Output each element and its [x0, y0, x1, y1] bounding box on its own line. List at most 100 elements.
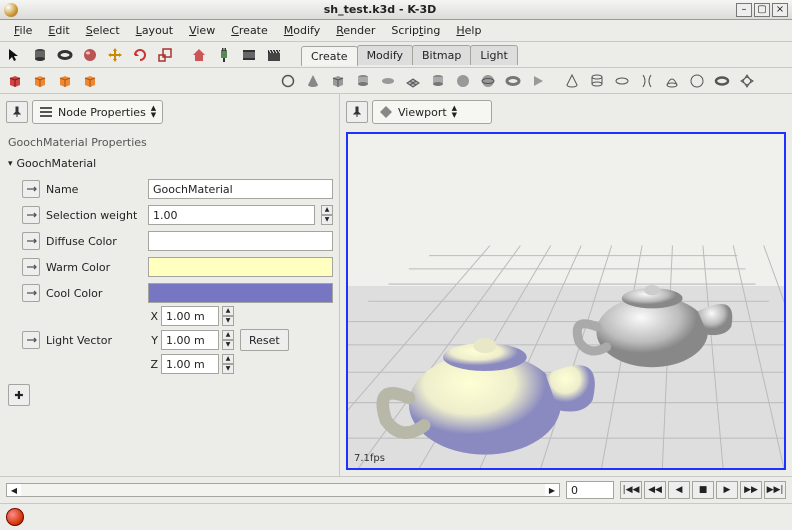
forward-button[interactable]: ▶▶ [740, 481, 762, 499]
rotate-tool-icon[interactable] [129, 44, 151, 66]
menu-select[interactable]: Select [78, 22, 128, 39]
scroll-left-icon[interactable]: ◀ [7, 484, 21, 496]
link-button[interactable] [22, 180, 40, 198]
axis-x-label: X [148, 310, 158, 323]
prim-cone-icon[interactable] [302, 70, 324, 92]
prim-cylinder2-icon[interactable] [427, 70, 449, 92]
menu-edit[interactable]: Edit [40, 22, 77, 39]
add-property-button[interactable]: ✚ [8, 384, 30, 406]
spin-down[interactable]: ▼ [321, 215, 333, 225]
viewport-dropdown[interactable]: Viewport ▲▼ [372, 100, 492, 124]
current-frame-input[interactable] [566, 481, 614, 499]
close-button[interactable]: × [772, 3, 788, 17]
timeline-scroll[interactable]: ◀ ▶ [6, 483, 560, 497]
pin-button[interactable] [346, 101, 368, 123]
cube-orange2-icon[interactable] [54, 70, 76, 92]
clapper-icon[interactable] [263, 44, 285, 66]
spin-down[interactable]: ▼ [222, 340, 234, 350]
prim-torus2-icon[interactable] [711, 70, 733, 92]
menu-view[interactable]: View [181, 22, 223, 39]
menu-create[interactable]: Create [223, 22, 276, 39]
properties-panel: Node Properties ▲▼ GoochMaterial Propert… [0, 94, 340, 476]
panel-type-label: Node Properties [58, 106, 146, 119]
name-input[interactable] [148, 179, 333, 199]
light-x-input[interactable] [161, 306, 219, 326]
menu-file[interactable]: File [6, 22, 40, 39]
maximize-button[interactable]: ▢ [754, 3, 770, 17]
link-button[interactable] [22, 232, 40, 250]
forward-end-button[interactable]: ▶▶| [764, 481, 786, 499]
record-button[interactable] [6, 508, 24, 526]
prim-sphere-icon[interactable] [452, 70, 474, 92]
link-button[interactable] [22, 206, 40, 224]
home-icon[interactable] [188, 44, 210, 66]
menu-scripting[interactable]: Scripting [383, 22, 448, 39]
tab-create[interactable]: Create [301, 46, 358, 66]
warm-color-swatch[interactable] [148, 257, 333, 277]
spin-down[interactable]: ▼ [222, 316, 234, 326]
prim-hyperbola-icon[interactable] [636, 70, 658, 92]
cube-orange3-icon[interactable] [79, 70, 101, 92]
menu-modify[interactable]: Modify [276, 22, 328, 39]
cool-color-swatch[interactable] [148, 283, 333, 303]
prim-disk2-icon[interactable] [611, 70, 633, 92]
link-button[interactable] [22, 258, 40, 276]
prim-play-icon[interactable] [527, 70, 549, 92]
prim-disk-icon[interactable] [377, 70, 399, 92]
selection-weight-input[interactable] [148, 205, 315, 225]
prim-paraboloid-icon[interactable] [661, 70, 683, 92]
spin-up[interactable]: ▲ [222, 354, 234, 364]
spin-up[interactable]: ▲ [222, 330, 234, 340]
plug-icon[interactable] [213, 44, 235, 66]
sphere-icon[interactable] [79, 44, 101, 66]
menu-help[interactable]: Help [448, 22, 489, 39]
rewind-start-button[interactable]: |◀◀ [620, 481, 642, 499]
spin-up[interactable]: ▲ [222, 306, 234, 316]
film-icon[interactable] [238, 44, 260, 66]
prim-cylinder-icon[interactable] [352, 70, 374, 92]
spin-down[interactable]: ▼ [222, 364, 234, 374]
menu-layout[interactable]: Layout [128, 22, 181, 39]
scroll-right-icon[interactable]: ▶ [545, 484, 559, 496]
light-y-input[interactable] [161, 330, 219, 350]
cube-red-icon[interactable] [4, 70, 26, 92]
play-back-button[interactable]: ◀ [668, 481, 690, 499]
properties-icon [39, 105, 53, 119]
prim-sphere3-icon[interactable] [686, 70, 708, 92]
reset-button[interactable]: Reset [240, 329, 289, 351]
scale-tool-icon[interactable] [154, 44, 176, 66]
pin-button[interactable] [6, 101, 28, 123]
link-button[interactable] [22, 284, 40, 302]
prim-box-icon[interactable] [327, 70, 349, 92]
prim-cylinder3-icon[interactable] [586, 70, 608, 92]
menu-render[interactable]: Render [328, 22, 383, 39]
diffuse-color-swatch[interactable] [148, 231, 333, 251]
tab-light[interactable]: Light [470, 45, 517, 65]
move-tool-icon[interactable] [104, 44, 126, 66]
cylinder-icon[interactable] [29, 44, 51, 66]
viewport-3d[interactable]: 7.1fps [346, 132, 786, 470]
tree-node[interactable]: ▾ GoochMaterial [8, 157, 333, 170]
torus-icon[interactable] [54, 44, 76, 66]
stop-button[interactable]: ■ [692, 481, 714, 499]
prim-cone2-icon[interactable] [561, 70, 583, 92]
tab-bitmap[interactable]: Bitmap [412, 45, 471, 65]
cube-orange-icon[interactable] [29, 70, 51, 92]
prim-sphere2-icon[interactable] [477, 70, 499, 92]
prim-circle-icon[interactable] [277, 70, 299, 92]
rewind-button[interactable]: ◀◀ [644, 481, 666, 499]
tab-modify[interactable]: Modify [357, 45, 413, 65]
prim-grid-icon[interactable] [402, 70, 424, 92]
prim-star-icon[interactable] [736, 70, 758, 92]
select-tool-icon[interactable] [4, 44, 26, 66]
prop-name-label: Name [46, 183, 142, 196]
minimize-button[interactable]: – [736, 3, 752, 17]
play-button[interactable]: ▶ [716, 481, 738, 499]
panel-type-dropdown[interactable]: Node Properties ▲▼ [32, 100, 163, 124]
prop-cool-label: Cool Color [46, 287, 142, 300]
link-button[interactable] [22, 331, 40, 349]
light-z-input[interactable] [161, 354, 219, 374]
create-tabset: Create Modify Bitmap Light [301, 45, 517, 65]
prim-torus-icon[interactable] [502, 70, 524, 92]
spin-up[interactable]: ▲ [321, 205, 333, 215]
